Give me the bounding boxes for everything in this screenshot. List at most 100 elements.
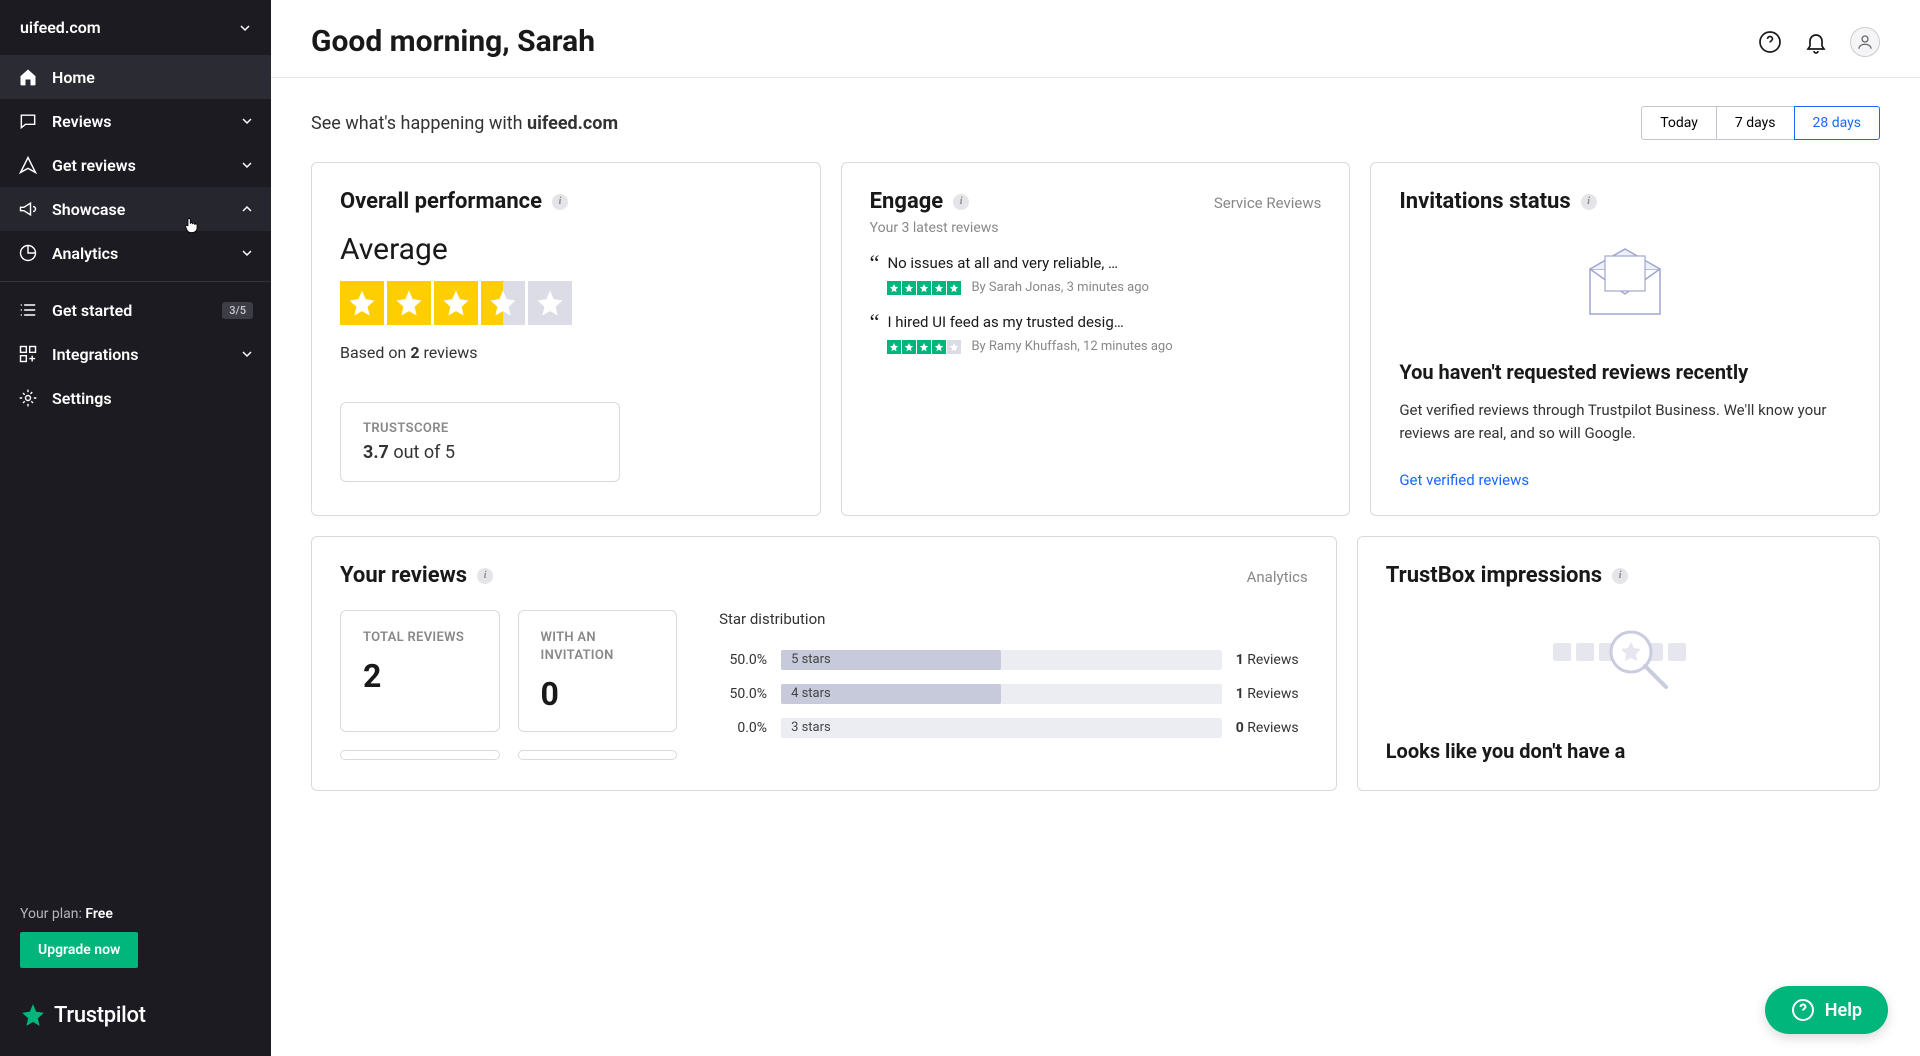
profile-button[interactable] bbox=[1850, 27, 1880, 57]
sidebar-item-reviews[interactable]: Reviews bbox=[0, 99, 271, 143]
invitations-heading: You haven't requested reviews recently bbox=[1399, 359, 1851, 385]
star-rating bbox=[340, 281, 792, 325]
get-verified-link[interactable]: Get verified reviews bbox=[1399, 471, 1529, 489]
trustscore-box: TRUSTSCORE 3.7 out of 5 bbox=[340, 402, 620, 482]
site-selector[interactable]: uifeed.com bbox=[0, 0, 271, 55]
sidebar-nav: Home Reviews Get reviews Showcase Analyt… bbox=[0, 55, 271, 888]
range-7days[interactable]: 7 days bbox=[1716, 106, 1795, 140]
card-title: Your reviews i bbox=[340, 563, 493, 588]
envelope-illustration bbox=[1399, 214, 1851, 359]
sidebar: uifeed.com Home Reviews Get reviews Show… bbox=[0, 0, 271, 1056]
dist-pct: 0.0% bbox=[719, 720, 767, 736]
plan-line: Your plan: Free bbox=[20, 906, 251, 922]
sidebar-item-home[interactable]: Home bbox=[0, 55, 271, 99]
dist-row-5: 50.0% 5 stars 1 Reviews bbox=[719, 650, 1308, 670]
based-prefix: Based on bbox=[340, 343, 410, 362]
sidebar-item-integrations[interactable]: Integrations bbox=[0, 332, 271, 376]
info-icon[interactable]: i bbox=[1581, 194, 1597, 210]
upgrade-button[interactable]: Upgrade now bbox=[20, 932, 138, 968]
review-body: I hired UI feed as my trusted desig… By … bbox=[887, 313, 1321, 354]
mini-star bbox=[932, 281, 946, 295]
review-body: No issues at all and very reliable, … By… bbox=[887, 254, 1321, 295]
range-28days[interactable]: 28 days bbox=[1794, 106, 1880, 140]
info-icon[interactable]: i bbox=[477, 568, 493, 584]
card-title: Invitations status i bbox=[1399, 189, 1851, 214]
card-engage: Engage i Service Reviews Your 3 latest r… bbox=[841, 162, 1351, 516]
info-icon[interactable]: i bbox=[953, 194, 969, 210]
star-2 bbox=[387, 281, 431, 325]
sidebar-item-get-reviews[interactable]: Get reviews bbox=[0, 143, 271, 187]
dist-bar-label: 3 stars bbox=[791, 718, 831, 738]
star-4 bbox=[481, 281, 525, 325]
site-name: uifeed.com bbox=[20, 18, 101, 37]
ts-suffix: out of 5 bbox=[389, 442, 455, 463]
quote-icon: “ bbox=[870, 311, 880, 354]
chevron-down-icon bbox=[241, 159, 253, 171]
title-text: Overall performance bbox=[340, 189, 542, 214]
dist-count: 0 Reviews bbox=[1236, 720, 1308, 736]
main: Good morning, Sarah See what's happening… bbox=[271, 0, 1920, 1056]
dist-count: 1 Reviews bbox=[1236, 686, 1308, 702]
info-icon[interactable]: i bbox=[1612, 568, 1628, 584]
range-today[interactable]: Today bbox=[1641, 106, 1717, 140]
help-widget[interactable]: Help bbox=[1765, 986, 1888, 1034]
analytics-link[interactable]: Analytics bbox=[1247, 568, 1308, 586]
sidebar-item-showcase[interactable]: Showcase bbox=[0, 187, 271, 231]
dist-count: 1 Reviews bbox=[1236, 652, 1308, 668]
mini-star bbox=[902, 281, 916, 295]
dist-pct: 50.0% bbox=[719, 652, 767, 668]
quote-icon: “ bbox=[870, 252, 880, 295]
progress-badge: 3/5 bbox=[222, 302, 253, 319]
sidebar-item-get-started[interactable]: Get started 3/5 bbox=[0, 288, 271, 332]
help-icon[interactable] bbox=[1758, 30, 1782, 54]
trustpilot-logo: Trustpilot bbox=[20, 1002, 251, 1028]
dist-row-3: 0.0% 3 stars 0 Reviews bbox=[719, 718, 1308, 738]
stat-column: TOTAL REVIEWS 2 WITH AN INVITATION 0 bbox=[340, 610, 677, 760]
mini-star bbox=[902, 340, 916, 354]
title-text: TrustBox impressions bbox=[1386, 563, 1602, 588]
date-range-group: Today 7 days 28 days bbox=[1641, 106, 1880, 140]
review-item[interactable]: “ I hired UI feed as my trusted desig… bbox=[870, 313, 1322, 354]
topbar-icons bbox=[1758, 27, 1880, 57]
mini-star bbox=[917, 340, 931, 354]
card-trustbox: TrustBox impressions i Looks bbox=[1357, 536, 1880, 791]
trustbox-illustration bbox=[1386, 588, 1851, 738]
reviews-icon bbox=[18, 111, 38, 131]
card-title: Overall performance i bbox=[340, 189, 792, 214]
help-label: Help bbox=[1825, 1000, 1862, 1021]
home-icon bbox=[18, 67, 38, 87]
nav-label: Integrations bbox=[52, 345, 227, 364]
dist-bar: 5 stars bbox=[781, 650, 1222, 670]
happening-prefix: See what's happening with bbox=[311, 113, 527, 134]
nav-label: Reviews bbox=[52, 112, 227, 131]
title-text: Engage bbox=[870, 189, 944, 214]
rating-label: Average bbox=[340, 232, 792, 267]
chevron-down-icon bbox=[241, 115, 253, 127]
sidebar-item-settings[interactable]: Settings bbox=[0, 376, 271, 420]
user-icon bbox=[1856, 33, 1874, 51]
info-icon[interactable]: i bbox=[552, 194, 568, 210]
send-icon bbox=[18, 155, 38, 175]
happening-site: uifeed.com bbox=[527, 113, 618, 134]
dist-bar: 3 stars bbox=[781, 718, 1222, 738]
dist-bar-label: 4 stars bbox=[791, 684, 831, 704]
greeting: Good morning, Sarah bbox=[311, 24, 595, 59]
help-circle-icon bbox=[1791, 998, 1815, 1022]
review-item[interactable]: “ No issues at all and very reliable, … bbox=[870, 254, 1322, 295]
mini-stars bbox=[887, 340, 961, 354]
card-overall-performance: Overall performance i Average Based on 2… bbox=[311, 162, 821, 516]
mini-star bbox=[917, 281, 931, 295]
card-title-row: Engage i Service Reviews bbox=[870, 189, 1322, 214]
based-count: 2 bbox=[410, 343, 419, 362]
nav-label: Get started bbox=[52, 301, 208, 320]
sidebar-item-analytics[interactable]: Analytics bbox=[0, 231, 271, 275]
bell-icon[interactable] bbox=[1804, 30, 1828, 54]
service-reviews-link[interactable]: Service Reviews bbox=[1214, 194, 1322, 212]
stat-label: WITH AN INVITATION bbox=[541, 629, 655, 665]
chevron-down-icon bbox=[241, 348, 253, 360]
dist-bar-label: 5 stars bbox=[791, 650, 831, 670]
mini-star bbox=[947, 340, 961, 354]
mini-star bbox=[887, 281, 901, 295]
nav-label: Get reviews bbox=[52, 156, 227, 175]
stat-placeholder bbox=[518, 750, 678, 760]
